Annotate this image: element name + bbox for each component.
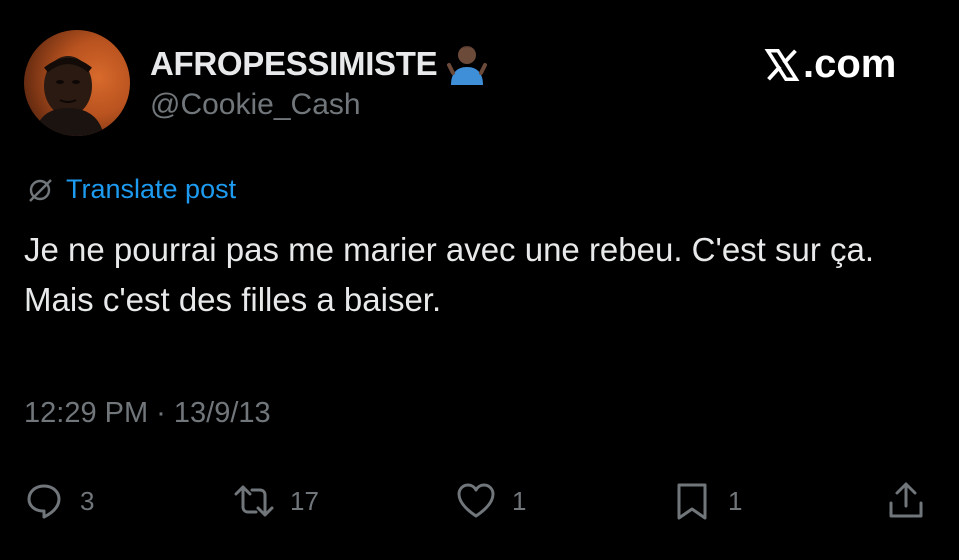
post-text: Je ne pourrai pas me marier avec une reb…	[24, 231, 875, 318]
share-button[interactable]	[884, 476, 928, 526]
repost-icon	[234, 485, 274, 517]
heart-icon	[457, 483, 495, 518]
x-logo	[764, 48, 800, 81]
avatar-photo	[34, 56, 104, 136]
post-timestamp[interactable]: 12:29 PM · 13/9/13	[24, 397, 271, 430]
bookmark-button[interactable]: 1	[670, 476, 742, 526]
avatar[interactable]	[24, 30, 130, 136]
display-name[interactable]: AFROPESSIMISTE	[150, 43, 488, 85]
translate-post-link[interactable]: Translate post	[24, 174, 236, 205]
bookmark-count: 1	[728, 485, 743, 516]
share-icon	[889, 482, 923, 518]
translate-label: Translate post	[66, 174, 237, 204]
globe-icon	[29, 178, 52, 202]
like-count: 1	[512, 485, 527, 516]
repost-count: 17	[290, 485, 319, 516]
like-button[interactable]: 1	[454, 476, 526, 526]
repost-button[interactable]: 17	[232, 476, 319, 526]
brand-watermark: .com	[763, 42, 896, 87]
reply-button[interactable]: 3	[22, 476, 94, 526]
action-bar: 3 17 1 1	[22, 476, 937, 526]
reply-icon	[27, 484, 61, 519]
display-name-text: AFROPESSIMISTE	[150, 45, 438, 82]
reply-count: 3	[80, 485, 95, 516]
brand-domain: .com	[803, 42, 897, 86]
person-shrugging-emoji	[447, 43, 488, 85]
user-handle[interactable]: @Cookie_Cash	[150, 88, 361, 122]
bookmark-icon	[677, 483, 707, 520]
